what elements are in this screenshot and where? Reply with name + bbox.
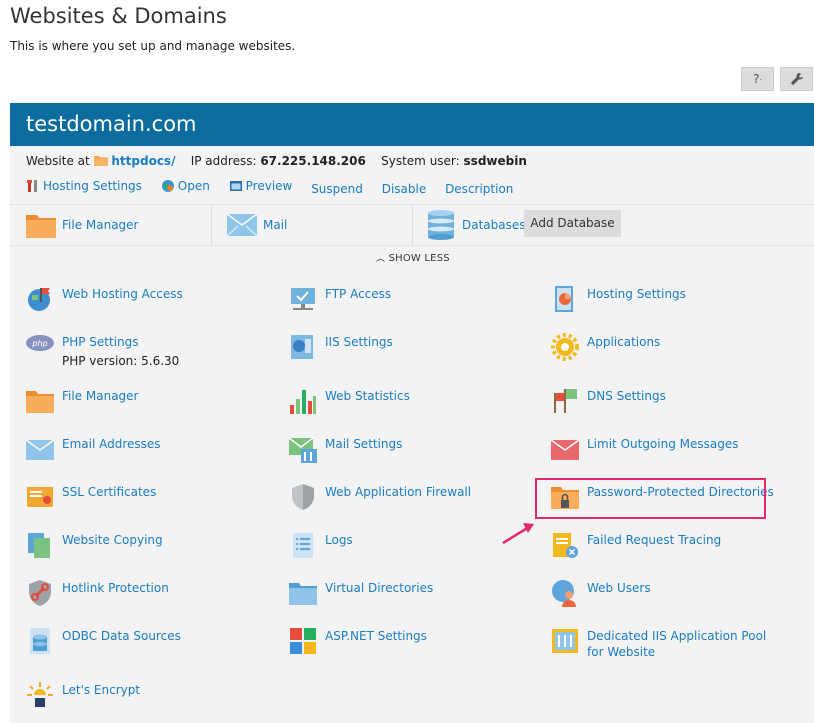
certificate-icon (27, 487, 53, 507)
action-description[interactable]: Description (445, 182, 513, 196)
web-hosting-access-icon (28, 288, 50, 311)
hotlink-shield-icon (29, 580, 51, 606)
domain-name: testdomain.com (10, 103, 814, 146)
domain-actions: Hosting Settings Open Preview Suspend Di… (26, 179, 528, 196)
database-icon (428, 210, 454, 240)
feature-aspnet-settings[interactable]: ASP.NET Settings (289, 627, 427, 655)
feature-iis-settings[interactable]: IIS Settings (289, 333, 393, 361)
page-subtitle: This is where you set up and manage webs… (10, 39, 296, 53)
page-title: Websites & Domains (10, 4, 227, 28)
show-less-toggle[interactable]: ︿ SHOW LESS (376, 251, 450, 264)
globe-icon (161, 180, 174, 192)
iis-icon (291, 335, 313, 359)
envelope-icon (227, 214, 257, 236)
web-users-icon (552, 580, 576, 607)
limit-mail-icon (551, 439, 579, 460)
feature-email-addresses[interactable]: Email Addresses (26, 435, 161, 463)
action-suspend[interactable]: Suspend (311, 182, 363, 196)
feature-web-users[interactable]: Web Users (551, 579, 651, 607)
bar-chart-icon (290, 390, 316, 414)
domain-info: Website at httpdocs/ IP address: 67.225.… (26, 154, 527, 168)
log-icon (293, 533, 313, 558)
quick-access-bar: File Manager Mail Databases Add Database (10, 204, 814, 246)
hosting-settings-icon (555, 286, 573, 312)
envelope-icon (26, 439, 54, 460)
feature-logs[interactable]: Logs (289, 531, 353, 559)
copy-icon (28, 533, 50, 558)
folder-icon (26, 215, 56, 238)
feature-file-manager[interactable]: File Manager (26, 387, 139, 415)
feature-php-settings[interactable]: php PHP Settings PHP version: 5.6.30 (26, 333, 179, 369)
action-disable[interactable]: Disable (382, 182, 427, 196)
feature-lets-encrypt[interactable]: Let's Encrypt (26, 681, 140, 709)
svg-text:php: php (31, 339, 47, 348)
lets-encrypt-icon (27, 682, 53, 707)
feature-website-copying[interactable]: Website Copying (26, 531, 163, 559)
preview-icon (229, 181, 242, 191)
action-open[interactable]: Open (161, 179, 210, 193)
highlight-box (535, 478, 766, 519)
quick-file-manager[interactable]: File Manager (26, 205, 139, 245)
database-icon (30, 628, 50, 654)
feature-web-application-firewall[interactable]: Web Application Firewall (289, 483, 471, 511)
wrench-icon (790, 73, 803, 85)
domain-panel: testdomain.com Website at httpdocs/ IP a… (10, 103, 814, 723)
feature-web-statistics[interactable]: Web Statistics (289, 387, 410, 415)
aspnet-icon (290, 628, 316, 654)
feature-applications[interactable]: Applications (551, 333, 660, 361)
php-version: PHP version: 5.6.30 (62, 354, 180, 368)
feature-virtual-directories[interactable]: Virtual Directories (289, 579, 433, 607)
php-icon: php (26, 335, 54, 351)
feature-hotlink-protection[interactable]: Hotlink Protection (26, 579, 169, 607)
folder-icon (26, 391, 54, 413)
shield-icon (292, 484, 314, 510)
quick-mail[interactable]: Mail (227, 205, 287, 245)
virtual-folder-icon (289, 583, 317, 605)
chevron-up-icon: ︿ (376, 254, 386, 264)
feature-dns-settings[interactable]: DNS Settings (551, 387, 666, 415)
feature-limit-outgoing-messages[interactable]: Limit Outgoing Messages (551, 435, 739, 463)
feature-web-hosting-access[interactable]: Web Hosting Access (26, 285, 183, 313)
add-database-button[interactable]: Add Database (524, 210, 621, 237)
httpdocs-link[interactable]: httpdocs/ (111, 154, 175, 168)
feature-hosting-settings[interactable]: Hosting Settings (551, 285, 686, 313)
help-button[interactable]: ?ᐧ (741, 67, 774, 91)
quick-databases[interactable]: Databases (428, 205, 526, 245)
settings-button[interactable] (780, 67, 813, 91)
action-preview[interactable]: Preview (229, 179, 292, 193)
tools-icon (27, 180, 37, 192)
mail-settings-icon (289, 437, 317, 463)
feature-ftp-access[interactable]: FTP Access (289, 285, 391, 313)
dns-icon (554, 389, 577, 413)
failed-request-icon (553, 533, 578, 558)
feature-odbc-data-sources[interactable]: ODBC Data Sources (26, 627, 181, 655)
ip-address: 67.225.148.206 (260, 154, 366, 168)
feature-mail-settings[interactable]: Mail Settings (289, 435, 402, 463)
action-hosting-settings[interactable]: Hosting Settings (26, 179, 142, 193)
feature-failed-request-tracing[interactable]: Failed Request Tracing (551, 531, 721, 559)
system-user: ssdwebin (463, 154, 527, 168)
feature-ssl-certificates[interactable]: SSL Certificates (26, 483, 156, 511)
gear-icon (551, 333, 579, 361)
ftp-icon (291, 288, 315, 310)
folder-icon (93, 156, 108, 166)
app-pool-icon (552, 629, 578, 653)
feature-dedicated-iis-app-pool[interactable]: Dedicated IIS Application Pool for Websi… (551, 627, 777, 660)
arrow-annotation-icon (502, 523, 534, 545)
